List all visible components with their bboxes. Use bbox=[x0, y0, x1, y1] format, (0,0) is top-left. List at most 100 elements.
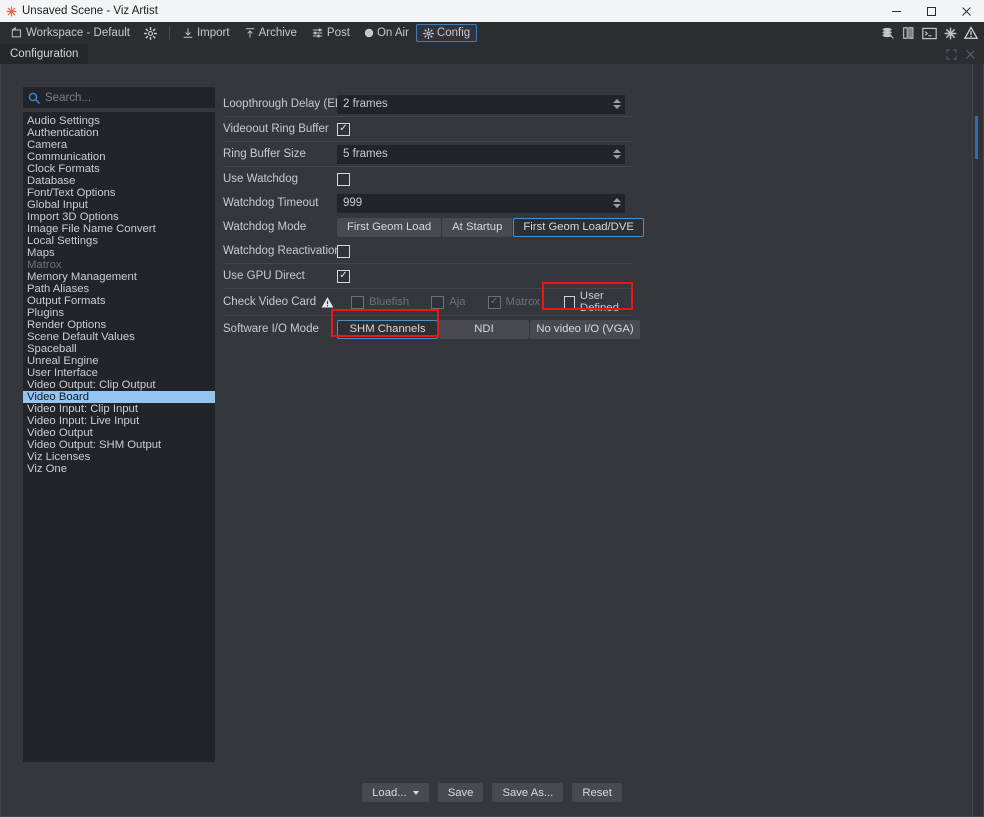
menu-bar: Workspace - Default bbox=[0, 22, 984, 44]
console-icon[interactable] bbox=[922, 27, 937, 40]
bluefish-checkbox[interactable] bbox=[351, 296, 364, 309]
software-io-option-shm-channels[interactable]: SHM Channels bbox=[337, 320, 438, 339]
watchdog-mode-option-first-geom-load[interactable]: First Geom Load bbox=[337, 218, 441, 237]
asterisk-icon[interactable] bbox=[944, 27, 957, 40]
sidebar-item[interactable]: Font/Text Options bbox=[23, 187, 215, 199]
sidebar-item[interactable]: Image File Name Convert bbox=[23, 223, 215, 235]
menu-item-on-air[interactable]: On Air bbox=[357, 24, 416, 42]
minimize-button[interactable] bbox=[879, 0, 914, 22]
software-io-option-ndi[interactable]: NDI bbox=[439, 320, 529, 339]
watchdog-mode-option-first-geom-load-dve[interactable]: First Geom Load/DVE bbox=[513, 218, 644, 237]
settings-list[interactable]: Audio SettingsAuthenticationCameraCommun… bbox=[23, 112, 215, 762]
menu-item-import[interactable]: Import bbox=[175, 24, 237, 42]
close-icon[interactable] bbox=[965, 49, 976, 60]
menu-item-workspace[interactable]: Workspace - Default bbox=[4, 24, 137, 42]
stepper-up-icon[interactable] bbox=[613, 198, 621, 202]
sidebar-item[interactable]: Communication bbox=[23, 151, 215, 163]
watchdog-timeout-stepper[interactable]: 999 bbox=[337, 194, 625, 213]
software-io-option-no-video-io[interactable]: No video I/O (VGA) bbox=[530, 320, 640, 339]
sidebar-item[interactable]: Path Aliases bbox=[23, 283, 215, 295]
sidebar-item[interactable]: Plugins bbox=[23, 307, 215, 319]
row-software-io-mode: Software I/O Mode SHM Channels NDI No vi… bbox=[223, 316, 633, 342]
ring-buffer-size-stepper[interactable]: 5 frames bbox=[337, 145, 625, 164]
expand-icon[interactable] bbox=[946, 49, 957, 60]
tab-configuration[interactable]: Configuration bbox=[0, 44, 88, 64]
stepper-arrows[interactable] bbox=[613, 95, 621, 114]
sidebar-item[interactable]: Video Output bbox=[23, 427, 215, 439]
scrollbar-thumb[interactable] bbox=[975, 116, 978, 159]
stepper-down-icon[interactable] bbox=[613, 204, 621, 208]
use-gpu-direct-checkbox[interactable]: ✓ bbox=[337, 270, 350, 283]
menu-item-archive[interactable]: Archive bbox=[237, 24, 304, 42]
sidebar-item[interactable]: Scene Default Values bbox=[23, 331, 215, 343]
close-button[interactable] bbox=[949, 0, 984, 22]
menu-item-settings[interactable] bbox=[137, 24, 164, 42]
sidebar-item[interactable]: Local Settings bbox=[23, 235, 215, 247]
sidebar-item[interactable]: Maps bbox=[23, 247, 215, 259]
sidebar-item[interactable]: Authentication bbox=[23, 127, 215, 139]
videoout-ring-buffer-checkbox[interactable]: ✓ bbox=[337, 123, 350, 136]
footer-button-save[interactable]: Save bbox=[438, 783, 484, 802]
menu-item-config-label: Config bbox=[437, 27, 470, 39]
sidebar-item[interactable]: Global Input bbox=[23, 199, 215, 211]
use-gpu-direct-label: Use GPU Direct bbox=[223, 270, 337, 282]
stepper-arrows[interactable] bbox=[613, 194, 621, 213]
stepper-down-icon[interactable] bbox=[613, 105, 621, 109]
library-icon[interactable] bbox=[902, 26, 915, 40]
sidebar-item-label: Font/Text Options bbox=[27, 187, 116, 199]
sidebar-item[interactable]: Video Input: Clip Input bbox=[23, 403, 215, 415]
watchdog-reactivation-checkbox[interactable] bbox=[337, 245, 350, 258]
warning-triangle-icon bbox=[321, 296, 334, 309]
sidebar-item[interactable]: Unreal Engine bbox=[23, 355, 215, 367]
menu-item-config[interactable]: Config bbox=[416, 24, 477, 42]
check-card-aja[interactable]: Aja bbox=[431, 296, 465, 309]
matrox-checkbox[interactable]: ✓ bbox=[488, 296, 501, 309]
sidebar-item[interactable]: Camera bbox=[23, 139, 215, 151]
watchdog-mode-segmented-control[interactable]: First Geom Load At Startup First Geom Lo… bbox=[337, 218, 644, 237]
software-io-mode-segmented-control[interactable]: SHM Channels NDI No video I/O (VGA) bbox=[337, 320, 640, 339]
aja-checkbox[interactable] bbox=[431, 296, 444, 309]
stepper-down-icon[interactable] bbox=[613, 155, 621, 159]
vertical-scrollbar[interactable] bbox=[972, 64, 983, 816]
sidebar-item[interactable]: Memory Management bbox=[23, 271, 215, 283]
stepper-arrows[interactable] bbox=[613, 145, 621, 164]
footer-button-save-as[interactable]: Save As... bbox=[492, 783, 563, 802]
sidebar-item[interactable]: Viz One bbox=[23, 463, 215, 475]
sidebar-item[interactable]: Viz Licenses bbox=[23, 451, 215, 463]
sidebar-item[interactable]: Video Input: Live Input bbox=[23, 415, 215, 427]
stepper-up-icon[interactable] bbox=[613, 149, 621, 153]
check-card-user-defined[interactable]: User Defined bbox=[564, 290, 633, 314]
warning-triangle-icon[interactable] bbox=[964, 26, 978, 40]
search-input[interactable]: Search... bbox=[23, 87, 215, 108]
sidebar-item-label: Local Settings bbox=[27, 235, 98, 247]
settings-sidebar: Search... Audio SettingsAuthenticationCa… bbox=[23, 87, 215, 762]
sidebar-item[interactable]: User Interface bbox=[23, 367, 215, 379]
sidebar-item[interactable]: Output Formats bbox=[23, 295, 215, 307]
sidebar-item[interactable]: Video Output: Clip Output bbox=[23, 379, 215, 391]
sidebar-item[interactable]: Render Options bbox=[23, 319, 215, 331]
sidebar-item[interactable]: Spaceball bbox=[23, 343, 215, 355]
loopthrough-delay-stepper[interactable]: 2 frames bbox=[337, 95, 625, 114]
sidebar-item[interactable]: Clock Formats bbox=[23, 163, 215, 175]
footer-button-load[interactable]: Load... bbox=[362, 783, 429, 802]
menu-item-post[interactable]: Post bbox=[304, 24, 357, 42]
aja-label: Aja bbox=[449, 296, 465, 308]
sidebar-item[interactable]: Video Board bbox=[23, 391, 215, 403]
use-watchdog-checkbox[interactable] bbox=[337, 173, 350, 186]
sidebar-item[interactable]: Database bbox=[23, 175, 215, 187]
check-card-bluefish[interactable]: Bluefish bbox=[351, 296, 409, 309]
sidebar-item[interactable]: Import 3D Options bbox=[23, 211, 215, 223]
chevron-down-icon[interactable] bbox=[413, 791, 419, 795]
sidebar-item[interactable]: Video Output: SHM Output bbox=[23, 439, 215, 451]
check-card-matrox[interactable]: ✓ Matrox bbox=[488, 296, 541, 309]
watchdog-reactivation-label: Watchdog Reactivation bbox=[223, 245, 337, 257]
footer-button-reset[interactable]: Reset bbox=[572, 783, 622, 802]
database-icon[interactable] bbox=[881, 26, 895, 40]
check-video-card-label-group: Check Video Card bbox=[223, 296, 351, 309]
maximize-button[interactable] bbox=[914, 0, 949, 22]
stepper-up-icon[interactable] bbox=[613, 99, 621, 103]
watchdog-mode-option-at-startup[interactable]: At Startup bbox=[442, 218, 512, 237]
user-defined-checkbox[interactable] bbox=[564, 296, 575, 309]
sidebar-item[interactable]: Matrox bbox=[23, 259, 215, 271]
sidebar-item[interactable]: Audio Settings bbox=[23, 115, 215, 127]
